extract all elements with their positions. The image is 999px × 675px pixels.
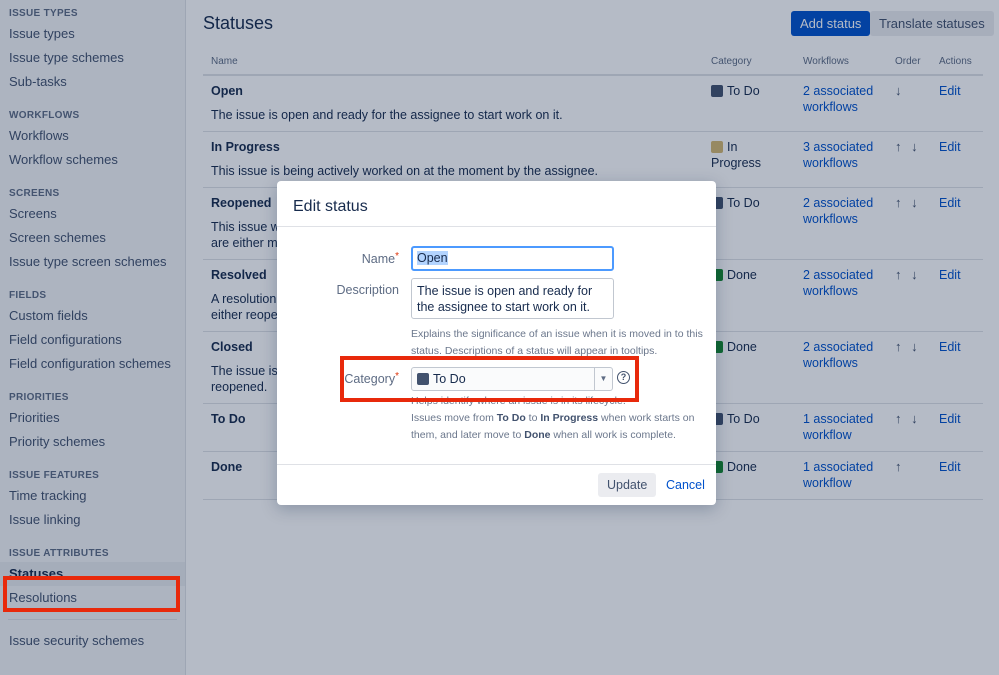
cancel-button[interactable]: Cancel (662, 473, 709, 497)
description-label: Description (336, 283, 399, 297)
required-marker-icon: * (395, 251, 399, 262)
category-highlight-box (340, 356, 639, 402)
name-label: Name* (361, 251, 399, 266)
dialog-header-divider (277, 226, 716, 227)
dialog-footer-divider (277, 464, 716, 465)
dialog-title: Edit status (293, 198, 368, 215)
description-help: Explains the significance of an issue wh… (411, 328, 703, 357)
edit-status-dialog: Edit status Name* Open Description The i… (277, 181, 716, 505)
description-textarea[interactable]: The issue is open and ready for the assi… (411, 278, 614, 319)
name-input[interactable]: Open (411, 246, 614, 271)
sidebar-highlight-box (3, 576, 180, 612)
update-button[interactable]: Update (598, 473, 657, 497)
